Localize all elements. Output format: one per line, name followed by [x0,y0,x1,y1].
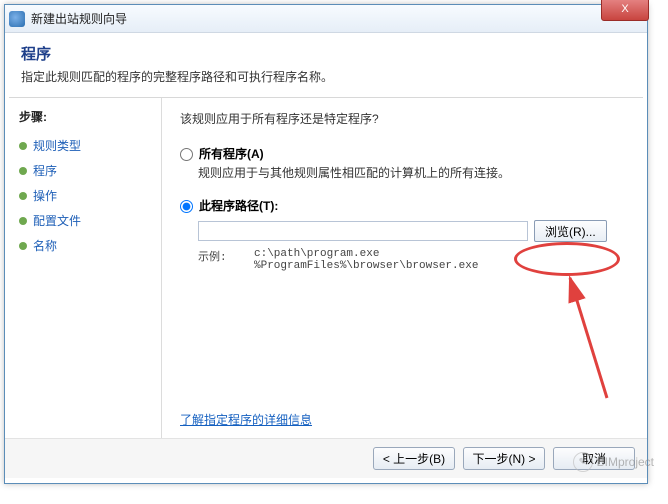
page-subtitle: 指定此规则匹配的程序的完整程序路径和可执行程序名称。 [21,68,631,85]
radio-all-programs[interactable] [180,148,193,161]
back-button[interactable]: < 上一步(B) [373,447,455,470]
step-label: 程序 [33,162,57,179]
step-rule-type[interactable]: 规则类型 [19,133,153,158]
step-program[interactable]: 程序 [19,158,153,183]
app-icon [9,11,25,27]
bullet-icon [19,142,27,150]
body: 步骤: 规则类型 程序 操作 配置文件 名称 该规则应用于所有程序还是特定程序?… [5,98,647,438]
window-title: 新建出站规则向导 [31,10,127,27]
step-label: 配置文件 [33,212,81,229]
step-label: 规则类型 [33,137,81,154]
step-action[interactable]: 操作 [19,183,153,208]
bullet-icon [19,192,27,200]
option-program-path: 此程序路径(T): 浏览(R)... 示例: c:\path\program.e… [180,197,629,272]
option-all-programs: 所有程序(A) 规则应用于与其他规则属性相匹配的计算机上的所有连接。 [180,145,629,181]
cancel-button[interactable]: 取消 [553,447,635,470]
browse-button[interactable]: 浏览(R)... [534,220,607,242]
bullet-icon [19,167,27,175]
step-label: 名称 [33,237,57,254]
sidebar: 步骤: 规则类型 程序 操作 配置文件 名称 [5,98,161,438]
option-all-label: 所有程序(A) [199,145,264,162]
radio-program-path[interactable] [180,200,193,213]
question-text: 该规则应用于所有程序还是特定程序? [180,110,629,127]
option-all-desc: 规则应用于与其他规则属性相匹配的计算机上的所有连接。 [198,164,629,181]
page-title: 程序 [21,43,631,64]
bullet-icon [19,242,27,250]
titlebar: 新建出站规则向导 X [5,5,647,33]
step-name[interactable]: 名称 [19,233,153,258]
example-label: 示例: [198,248,254,272]
page-header: 程序 指定此规则匹配的程序的完整程序路径和可执行程序名称。 [5,33,647,97]
step-label: 操作 [33,187,57,204]
sidebar-title: 步骤: [19,108,153,125]
step-profile[interactable]: 配置文件 [19,208,153,233]
program-path-input[interactable] [198,221,528,241]
wizard-window: 新建出站规则向导 X 程序 指定此规则匹配的程序的完整程序路径和可执行程序名称。… [4,4,648,484]
option-path-label: 此程序路径(T): [199,197,278,214]
learn-more-link[interactable]: 了解指定程序的详细信息 [180,411,312,428]
footer: < 上一步(B) 下一步(N) > 取消 [5,438,647,478]
example-block: 示例: c:\path\program.exe %ProgramFiles%\b… [198,248,629,272]
next-button[interactable]: 下一步(N) > [463,447,545,470]
content: 该规则应用于所有程序还是特定程序? 所有程序(A) 规则应用于与其他规则属性相匹… [162,98,647,438]
close-button[interactable]: X [601,0,649,21]
bullet-icon [19,217,27,225]
example-text: c:\path\program.exe %ProgramFiles%\brows… [254,248,478,272]
